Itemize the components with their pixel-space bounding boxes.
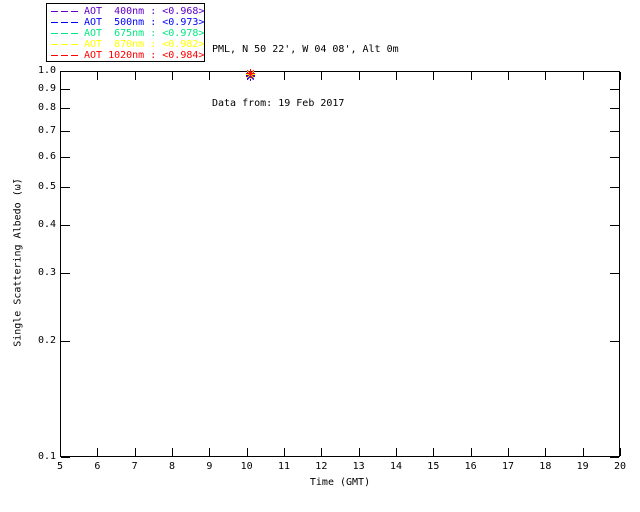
x-axis-tick xyxy=(60,72,61,80)
legend-item-label: AOT 500nm : <0.973> xyxy=(84,17,205,28)
x-axis-tick xyxy=(321,448,323,456)
x-axis-tick xyxy=(358,448,360,456)
x-axis-tick xyxy=(508,72,509,80)
y-axis-tick xyxy=(610,71,619,72)
x-axis-tick xyxy=(172,448,173,456)
x-axis-tick xyxy=(582,448,584,456)
y-axis-tick-label: 0.5 xyxy=(37,181,56,193)
legend-item-400nm: AOT 400nm : <0.968> xyxy=(47,6,204,17)
x-axis-tick xyxy=(396,72,397,80)
x-axis-tick xyxy=(582,72,584,80)
legend-box: AOT 400nm : <0.968> AOT 500nm : <0.973> … xyxy=(46,3,205,62)
y-axis-tick xyxy=(61,272,70,274)
x-axis-tick xyxy=(321,72,323,80)
x-axis-tick xyxy=(209,448,211,456)
x-axis-tick xyxy=(508,448,509,456)
x-axis-tick xyxy=(246,448,248,456)
x-axis-tick xyxy=(97,448,99,456)
y-axis-tick xyxy=(61,156,70,158)
x-axis-tick-label: 16 xyxy=(464,461,477,472)
x-axis-tick-label: 17 xyxy=(501,461,515,472)
x-axis-tick xyxy=(284,448,285,456)
x-axis-tick-label: 7 xyxy=(131,461,138,472)
legend-item-870nm: AOT 870nm : <0.982> xyxy=(47,39,204,50)
x-axis-tick xyxy=(470,448,472,456)
legend-dash-line xyxy=(51,22,80,23)
x-axis-tick-label: 20 xyxy=(613,461,627,472)
y-axis-tick xyxy=(610,272,619,274)
plot-area xyxy=(60,71,620,457)
x-axis-tick-label: 18 xyxy=(539,461,552,472)
y-axis-tick-label: 0.6 xyxy=(37,150,56,162)
x-axis-tick xyxy=(396,448,397,456)
x-axis-tick-label: 10 xyxy=(240,461,253,472)
y-axis-tick xyxy=(610,130,619,132)
y-axis-tick-label: 0.8 xyxy=(37,102,56,114)
legend-dash-line xyxy=(51,55,80,56)
x-axis-tick xyxy=(134,72,136,80)
x-axis-tick-label: 19 xyxy=(576,461,589,472)
x-axis-tick xyxy=(470,72,472,80)
y-axis-tick xyxy=(61,108,70,110)
ssa-plot-page: AOT 400nm : <0.968> AOT 500nm : <0.973> … xyxy=(0,0,640,512)
legend-item-label: AOT 870nm : <0.982> xyxy=(84,39,205,50)
x-axis-tick xyxy=(433,72,435,80)
y-axis-tick xyxy=(610,156,619,158)
x-axis-tick xyxy=(545,448,547,456)
y-axis-tick xyxy=(61,88,70,90)
x-axis-tick-label: 13 xyxy=(352,461,365,472)
y-axis-title: Single Scattering Albedo (ω̃) xyxy=(12,178,24,347)
y-axis-tick xyxy=(61,187,70,189)
y-axis-tick xyxy=(61,130,70,132)
y-axis-tick-label: 0.7 xyxy=(37,124,56,136)
legend-item-500nm: AOT 500nm : <0.973> xyxy=(47,17,204,28)
x-axis-tick xyxy=(172,72,173,80)
x-axis-tick xyxy=(60,448,61,456)
legend-item-label: AOT 675nm : <0.978> xyxy=(84,28,205,39)
legend-item-label: AOT 1020nm : <0.984> xyxy=(84,50,205,61)
y-axis-tick xyxy=(610,457,619,458)
x-axis-tick xyxy=(620,72,621,80)
legend-dash-line xyxy=(51,33,80,34)
x-axis-tick xyxy=(433,448,435,456)
y-axis-tick xyxy=(61,340,70,342)
x-axis-tick xyxy=(545,72,547,80)
x-axis-tick-label: 9 xyxy=(206,461,213,472)
legend-item-1020nm: AOT 1020nm : <0.984> xyxy=(47,50,204,61)
y-axis-tick xyxy=(610,108,619,110)
y-axis-tick-label: 1.0 xyxy=(37,65,56,76)
x-axis-tick xyxy=(620,448,621,456)
x-axis-tick xyxy=(209,72,211,80)
x-axis-title: Time (GMT) xyxy=(309,477,371,488)
y-axis-tick-label: 0.9 xyxy=(37,82,56,94)
y-axis-tick xyxy=(610,88,619,90)
y-axis-tick-label: 0.3 xyxy=(37,266,56,278)
y-axis-tick-label: 0.2 xyxy=(37,334,56,346)
y-axis-tick xyxy=(610,187,619,189)
data-point-marker xyxy=(245,69,255,79)
x-axis-tick-label: 15 xyxy=(427,461,440,472)
legend-item-label: AOT 400nm : <0.968> xyxy=(84,6,205,17)
x-axis-tick xyxy=(134,448,136,456)
legend-dash-line xyxy=(51,11,80,12)
y-axis-tick xyxy=(610,224,619,226)
y-axis-tick xyxy=(610,340,619,342)
legend-dash-line xyxy=(51,44,80,45)
site-location-title: PML, N 50 22', W 04 08', Alt 0m xyxy=(212,44,399,55)
x-axis-tick xyxy=(358,72,360,80)
x-axis-tick-label: 6 xyxy=(94,461,101,472)
x-axis-tick-label: 5 xyxy=(56,461,64,472)
legend-item-675nm: AOT 675nm : <0.978> xyxy=(47,28,204,39)
x-axis-tick-label: 8 xyxy=(168,461,176,472)
y-axis-tick xyxy=(61,71,70,72)
y-axis-tick-label: 0.4 xyxy=(37,218,56,230)
x-axis-tick-label: 12 xyxy=(315,461,328,472)
x-axis-tick-label: 14 xyxy=(389,461,403,472)
x-axis-tick-label: 11 xyxy=(277,461,291,472)
y-axis-tick xyxy=(61,457,70,458)
x-axis-tick xyxy=(97,72,99,80)
y-axis-tick xyxy=(61,224,70,226)
x-axis-tick xyxy=(284,72,285,80)
